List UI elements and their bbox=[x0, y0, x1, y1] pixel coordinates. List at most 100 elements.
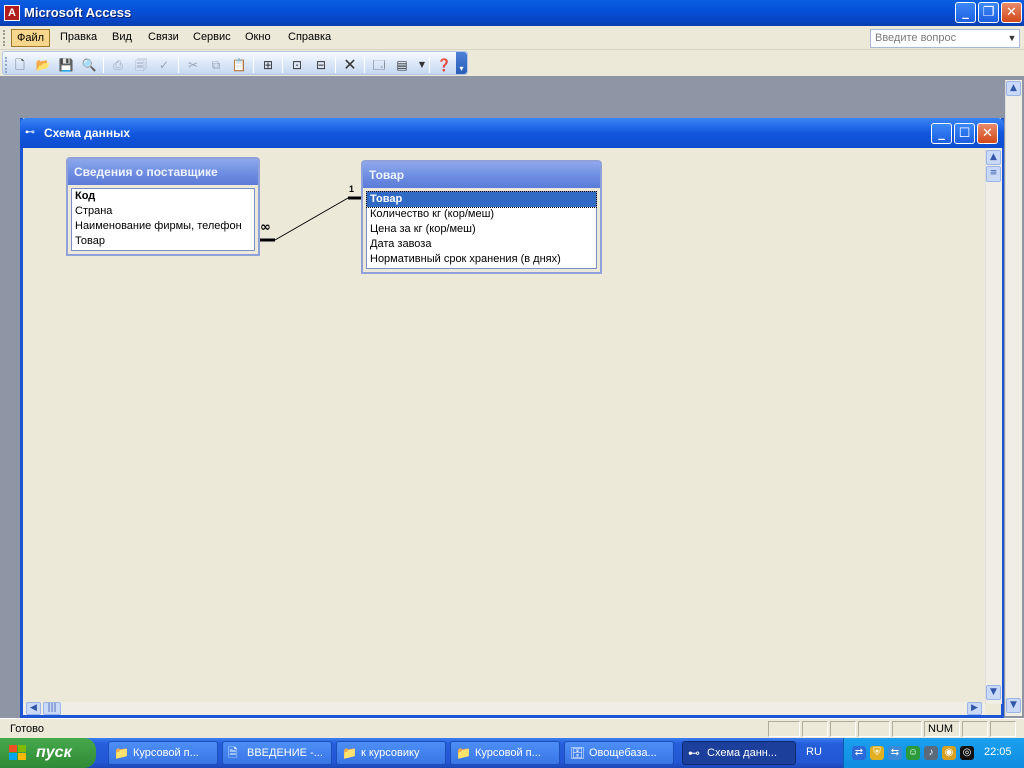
status-text: Готово bbox=[10, 723, 44, 735]
copy-icon[interactable]: ⧉ bbox=[207, 56, 225, 74]
scroll-down-icon[interactable]: ▼ bbox=[1006, 698, 1021, 713]
canvas-horizontal-scrollbar[interactable]: ◀ ||| ▶ bbox=[23, 702, 985, 715]
supplier-table-title[interactable]: Сведения о поставщике bbox=[68, 159, 258, 185]
show-all-icon[interactable]: ⊟ bbox=[312, 56, 330, 74]
relationships-icon[interactable]: ⊷ bbox=[25, 127, 39, 139]
close-button[interactable]: ✕ bbox=[1001, 2, 1022, 23]
cut-icon[interactable]: ✂ bbox=[184, 56, 202, 74]
taskbar-item-label: Овощебаза... bbox=[589, 747, 657, 759]
child-minimize-button[interactable]: _ bbox=[931, 123, 952, 144]
windows-logo-icon bbox=[9, 745, 27, 761]
print-preview-icon[interactable]: 🗐 bbox=[132, 56, 150, 74]
relationships-title-bar[interactable]: ⊷ Схема данных _ ☐ ✕ bbox=[20, 118, 1004, 148]
menu-grip[interactable] bbox=[3, 30, 6, 46]
field-item[interactable]: Цена за кг (кор/меш) bbox=[367, 222, 596, 237]
field-item[interactable]: Код bbox=[72, 189, 254, 204]
field-item-selected[interactable]: Товар bbox=[366, 191, 597, 208]
volume-icon[interactable]: ♪ bbox=[924, 746, 938, 760]
print-icon[interactable]: ⎙ bbox=[109, 56, 127, 74]
status-panel bbox=[768, 721, 800, 737]
taskbar-item[interactable]: 🗄 Овощебаза... bbox=[564, 741, 674, 765]
file-search-icon[interactable]: 🔍 bbox=[80, 56, 98, 74]
taskbar-item[interactable]: 🗎 ВВЕДЕНИЕ -... bbox=[222, 741, 332, 765]
restore-button[interactable]: ❐ bbox=[978, 2, 999, 23]
workspace-vertical-scrollbar[interactable]: ▲ ▼ bbox=[1005, 80, 1022, 716]
ask-question-input[interactable]: Введите вопрос ▼ bbox=[870, 29, 1020, 48]
product-table[interactable]: Товар Товар Количество кг (кор/меш) Цена… bbox=[361, 160, 602, 274]
status-panel bbox=[962, 721, 988, 737]
relationship-line[interactable] bbox=[274, 197, 349, 241]
menu-edit[interactable]: Правка bbox=[55, 29, 102, 47]
delete-icon[interactable]: ✕ bbox=[341, 56, 359, 74]
product-table-title[interactable]: Товар bbox=[363, 162, 600, 188]
relationships-title: Схема данных bbox=[44, 126, 130, 140]
scroll-thumb[interactable]: ≡ bbox=[986, 166, 1001, 182]
taskbar-item-label: Схема данн... bbox=[707, 747, 778, 759]
toolbar-grip[interactable] bbox=[5, 57, 7, 73]
status-panel bbox=[830, 721, 856, 737]
supplier-field-list[interactable]: Код Страна Наименование фирмы, телефон Т… bbox=[71, 188, 255, 251]
toolbar-separator bbox=[335, 57, 336, 73]
menu-tools[interactable]: Сервис bbox=[188, 29, 236, 47]
field-item[interactable]: Нормативный срок хранения (в днях) bbox=[367, 252, 596, 267]
supplier-table[interactable]: Сведения о поставщике Код Страна Наимено… bbox=[66, 157, 260, 256]
field-item[interactable]: Дата завоза bbox=[367, 237, 596, 252]
spelling-icon[interactable]: ✓ bbox=[155, 56, 173, 74]
menu-help[interactable]: Справка bbox=[283, 29, 336, 47]
taskbar-item[interactable]: 📁 Курсовой п... bbox=[108, 741, 218, 765]
scroll-up-icon[interactable]: ▲ bbox=[1006, 81, 1021, 96]
taskbar-item[interactable]: 📁 Курсовой п... bbox=[450, 741, 560, 765]
save-icon[interactable]: 💾 bbox=[57, 56, 75, 74]
new-object-icon[interactable]: ▤ bbox=[393, 56, 411, 74]
taskbar-item-active[interactable]: ⊷ Схема данн... bbox=[682, 741, 796, 765]
access-key-icon[interactable]: A bbox=[4, 5, 20, 21]
child-close-button[interactable]: ✕ bbox=[977, 123, 998, 144]
field-item[interactable]: Товар bbox=[72, 234, 254, 249]
paste-icon[interactable]: 📋 bbox=[230, 56, 248, 74]
scroll-left-icon[interactable]: ◀ bbox=[26, 702, 41, 715]
security-shield-icon[interactable]: ⛨ bbox=[870, 746, 884, 760]
num-lock-indicator: NUM bbox=[924, 721, 960, 737]
scroll-down-icon[interactable]: ▼ bbox=[986, 685, 1001, 700]
help-icon[interactable]: ❓ bbox=[435, 56, 453, 74]
toolbar-separator bbox=[364, 57, 365, 73]
show-direct-icon[interactable]: ⊡ bbox=[288, 56, 306, 74]
messenger-icon[interactable]: ☺ bbox=[906, 746, 920, 760]
start-button[interactable]: пуск bbox=[0, 738, 96, 768]
menu-view[interactable]: Вид bbox=[107, 29, 137, 47]
canvas-vertical-scrollbar[interactable]: ▲ ≡ ▼ bbox=[985, 148, 1002, 704]
scroll-up-icon[interactable]: ▲ bbox=[986, 150, 1001, 165]
chevron-down-icon[interactable]: ▼ bbox=[1005, 30, 1019, 47]
menu-bar: Файл Правка Вид Связи Сервис Окно Справк… bbox=[0, 26, 1024, 50]
field-item[interactable]: Наименование фирмы, телефон bbox=[72, 219, 254, 234]
new-icon[interactable]: 🗋 bbox=[11, 56, 29, 74]
scroll-thumb[interactable]: ||| bbox=[43, 702, 61, 715]
many-label: ∞ bbox=[260, 220, 271, 235]
app-title: Microsoft Access bbox=[24, 5, 132, 20]
network-connection-icon[interactable]: ⇆ bbox=[888, 746, 902, 760]
relationships-window: ⊷ Схема данных _ ☐ ✕ ∞ 1 Сведения о пост… bbox=[20, 118, 1004, 718]
menu-window[interactable]: Окно bbox=[240, 29, 276, 47]
scroll-right-icon[interactable]: ▶ bbox=[967, 702, 982, 715]
minimize-button[interactable]: _ bbox=[955, 2, 976, 23]
taskbar-item[interactable]: 📁 к курсовику bbox=[336, 741, 446, 765]
app-title-bar[interactable]: A Microsoft Access _ ❐ ✕ bbox=[0, 0, 1024, 26]
show-table-icon[interactable]: ⊞ bbox=[259, 56, 277, 74]
menu-file[interactable]: Файл bbox=[11, 29, 51, 47]
language-indicator[interactable]: RU bbox=[806, 746, 822, 758]
toolbar-options-chevron[interactable]: ▾ bbox=[456, 52, 467, 74]
status-panel bbox=[990, 721, 1016, 737]
clock[interactable]: 22:05 bbox=[984, 746, 1012, 758]
media-player-icon[interactable]: ◎ bbox=[960, 746, 974, 760]
folder-icon: 📁 bbox=[114, 746, 129, 760]
field-item[interactable]: Страна bbox=[72, 204, 254, 219]
network-icon[interactable]: ⇄ bbox=[852, 746, 866, 760]
relationships-canvas[interactable]: ∞ 1 Сведения о поставщике Код Страна Наи… bbox=[23, 148, 985, 704]
field-item[interactable]: Количество кг (кор/меш) bbox=[367, 207, 596, 222]
product-field-list[interactable]: Товар Количество кг (кор/меш) Цена за кг… bbox=[366, 191, 597, 269]
open-icon[interactable]: 📂 bbox=[34, 56, 52, 74]
menu-relationships[interactable]: Связи bbox=[143, 29, 184, 47]
child-maximize-button[interactable]: ☐ bbox=[954, 123, 975, 144]
antivirus-icon[interactable]: ◉ bbox=[942, 746, 956, 760]
database-window-icon[interactable]: 🗔 bbox=[370, 56, 388, 74]
